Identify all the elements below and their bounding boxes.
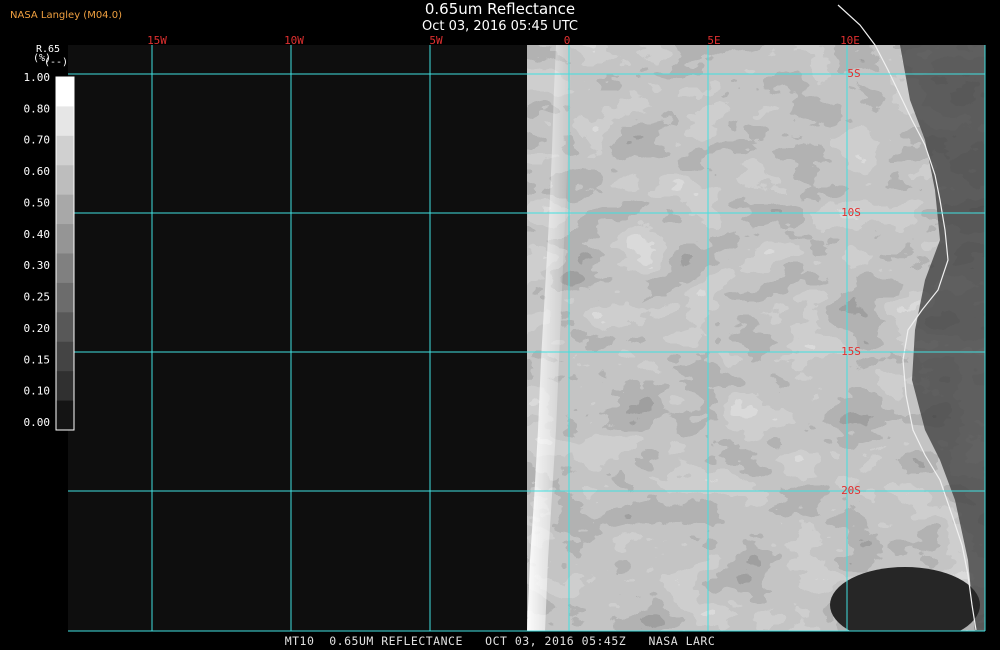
legend-swatch [56,224,74,254]
lat-label-5s: 5S [847,67,860,80]
lon-label-10w: 10W [284,34,304,47]
legend-tick-label: 0.40 [24,228,51,241]
clear-ocean-patch [830,567,980,631]
legend-tick-label: 0.50 [24,196,51,209]
legend-swatch [56,135,74,166]
legend-tick-label: 0.30 [24,259,51,272]
lon-label-5e: 5E [707,34,720,47]
satellite-map: 15W 10W 5W 0 5E 10E 5S 10S 15S 20S R.65 … [24,4,986,632]
map-image [68,45,985,631]
lat-label-10s: 10S [841,206,861,219]
legend-swatch [56,341,74,372]
lon-label-15w: 15W [147,34,167,47]
legend-tick-label: 0.80 [24,102,51,115]
legend-tick-label: 0.25 [24,291,51,304]
legend-swatch [56,253,74,284]
legend-tick-label: 0.60 [24,165,51,178]
legend-swatch [56,400,74,431]
legend-tick-label: 1.00 [24,71,51,84]
lat-label-15s: 15S [841,345,861,358]
legend-labels: 1.00 0.80 0.70 0.60 0.50 0.40 0.30 0.25 0.20 0.15… [24,71,51,429]
legend-sub: (--) [44,57,68,68]
legend-tick-label: 0.70 [24,134,51,147]
lon-label-5w: 5W [429,34,443,47]
color-legend: R.65 (%) (--) 1.000.800.700.600.500.400.… [24,44,75,431]
legend-swatch [56,282,74,313]
image-title: 0.65um Reflectance [424,0,576,18]
legend-swatch [56,165,74,196]
legend-swatch [56,77,74,107]
legend-tick-label: 0.00 [24,416,51,429]
lon-label-0: 0 [564,34,571,47]
footer-caption: MT10 0.65UM REFLECTANCE OCT 03, 2016 05:… [284,634,716,648]
legend-swatch [56,106,74,137]
legend-swatches [56,77,74,431]
lat-label-20s: 20S [841,484,861,497]
legend-tick-label: 0.20 [24,322,51,335]
image-timestamp: Oct 03, 2016 05:45 UTC [422,19,578,34]
legend-swatch [56,371,74,402]
legend-tick-label: 0.10 [24,385,51,398]
legend-swatch [56,194,74,225]
legend-swatch [56,312,74,343]
legend-tick-label: 0.15 [24,353,51,366]
lon-label-10e: 10E [840,34,860,47]
